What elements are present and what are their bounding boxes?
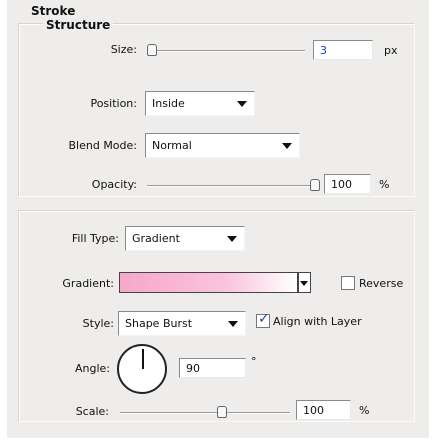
angle-input[interactable]: 90 — [179, 358, 246, 378]
style-label: Style: — [82, 317, 114, 330]
gradient-preview[interactable] — [119, 272, 298, 293]
align-with-layer-label: Align with Layer — [273, 315, 362, 328]
scale-slider-track[interactable] — [120, 412, 290, 414]
fill-type-value: Gradient — [132, 232, 180, 245]
blend-mode-label: Blend Mode: — [68, 139, 138, 152]
reverse-checkbox[interactable] — [341, 276, 355, 290]
position-value: Inside — [152, 97, 185, 110]
gradient-picker-button[interactable] — [298, 272, 311, 293]
opacity-slider-thumb[interactable] — [310, 179, 320, 191]
checkmark-icon: ✓ — [258, 311, 270, 327]
opacity-input[interactable]: 100 — [324, 174, 371, 194]
opacity-slider-track[interactable] — [147, 185, 317, 187]
scale-unit: % — [359, 404, 370, 417]
scale-input[interactable]: 100 — [296, 400, 351, 420]
size-label: Size: — [110, 43, 137, 56]
chevron-down-icon — [237, 101, 247, 107]
size-unit: px — [384, 44, 398, 57]
blend-mode-dropdown[interactable]: Normal — [145, 133, 300, 158]
chevron-down-icon — [228, 321, 238, 327]
fill-type-dropdown[interactable]: Gradient — [125, 226, 245, 251]
angle-needle — [142, 349, 144, 369]
chevron-down-icon — [300, 281, 308, 286]
style-dropdown[interactable]: Shape Burst — [118, 311, 246, 336]
chevron-down-icon — [282, 143, 292, 149]
opacity-label: Opacity: — [91, 178, 137, 191]
size-slider-thumb[interactable] — [147, 44, 157, 56]
angle-dial[interactable] — [117, 344, 167, 394]
reverse-label: Reverse — [359, 277, 404, 290]
structure-title: Structure — [43, 18, 114, 32]
scale-slider-thumb[interactable] — [217, 406, 227, 418]
gradient-label: Gradient: — [62, 277, 114, 290]
stroke-panel: Stroke Structure Size: 3 px Position: In… — [7, 0, 429, 438]
position-label: Position: — [90, 97, 137, 110]
scale-label: Scale: — [75, 405, 109, 418]
fill-type-label: Fill Type: — [71, 232, 119, 245]
chevron-down-icon — [227, 236, 237, 242]
size-slider-track[interactable] — [147, 50, 305, 52]
size-input[interactable]: 3 — [313, 40, 373, 60]
opacity-unit: % — [379, 178, 390, 191]
style-value: Shape Burst — [125, 317, 193, 330]
align-with-layer-checkbox[interactable]: ✓ — [256, 311, 270, 328]
blend-mode-value: Normal — [152, 139, 192, 152]
position-dropdown[interactable]: Inside — [145, 91, 255, 116]
angle-label: Angle: — [74, 362, 110, 375]
stroke-title: Stroke — [31, 4, 76, 18]
angle-unit: ° — [251, 355, 257, 368]
